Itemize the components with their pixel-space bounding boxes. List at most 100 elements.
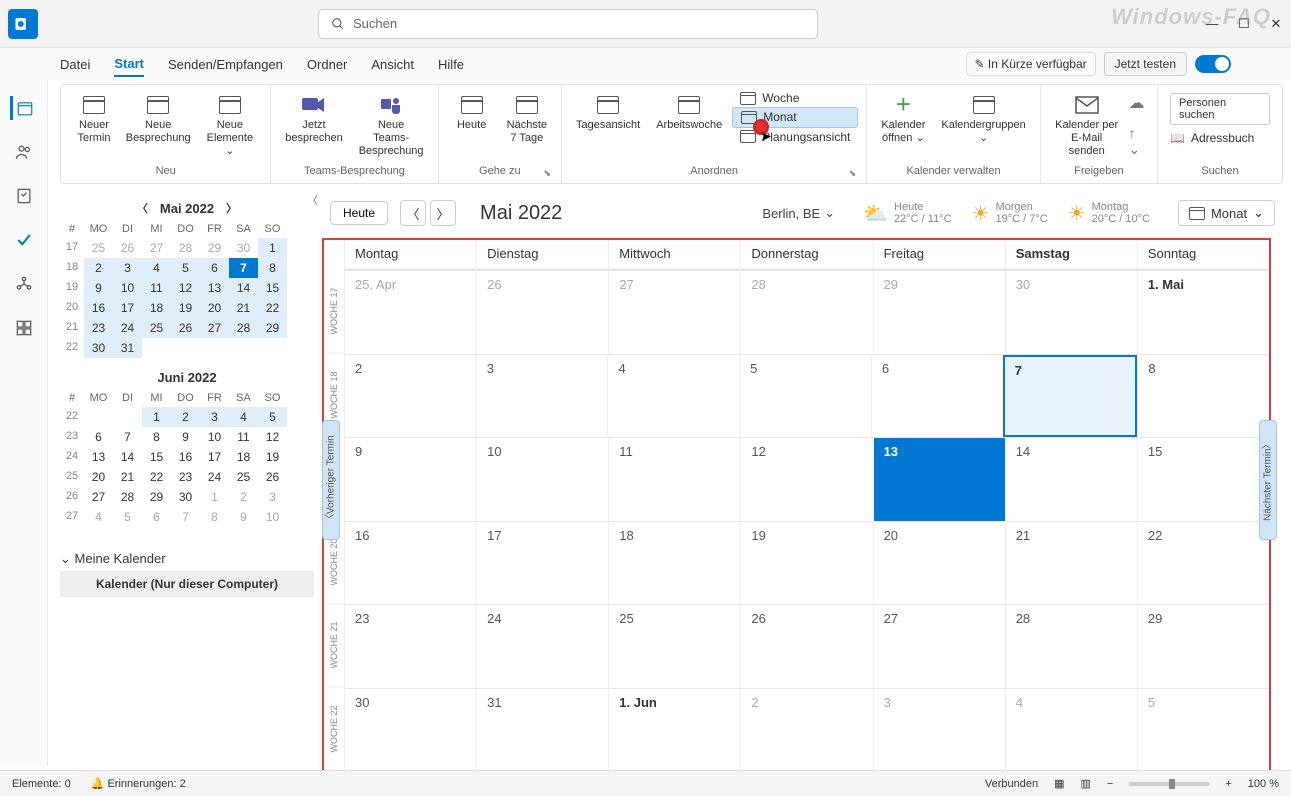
mini-cal-day[interactable]: 23	[171, 467, 200, 487]
next-month-button[interactable]: 〉	[226, 200, 237, 216]
calendar-cell[interactable]: 2	[344, 355, 476, 438]
calendar-groups-button[interactable]: Kalendergruppen ⌄	[935, 89, 1031, 149]
month-view-button[interactable]: Monat	[732, 107, 858, 127]
calendar-cell[interactable]: 28	[1005, 605, 1137, 688]
calendar-cell[interactable]: 31	[476, 689, 608, 772]
mini-cal-day[interactable]: 25	[229, 467, 258, 487]
calendar-cell[interactable]: 19	[740, 522, 872, 605]
mini-cal-day[interactable]: 26	[113, 238, 142, 258]
menu-ordner[interactable]: Ordner	[307, 53, 347, 76]
expand-icon[interactable]: ⬊	[543, 168, 551, 179]
test-now-button[interactable]: Jetzt testen	[1104, 52, 1187, 76]
mini-cal-day[interactable]: 1	[258, 238, 287, 258]
mini-cal-day[interactable]: 6	[84, 427, 113, 447]
mini-cal-day[interactable]: 17	[200, 447, 229, 467]
mini-cal-day[interactable]: 13	[200, 278, 229, 298]
meet-now-button[interactable]: Jetzt besprechen	[279, 89, 348, 149]
mini-cal-day[interactable]: 5	[171, 258, 200, 278]
mini-cal-day[interactable]: 14	[113, 447, 142, 467]
mini-cal-day[interactable]: 4	[142, 258, 171, 278]
mini-cal-day[interactable]: 18	[229, 447, 258, 467]
calendar-cell[interactable]: 5	[739, 355, 871, 438]
collapse-panel-button[interactable]: 〈	[307, 192, 318, 208]
share-icon[interactable]: ☁	[1129, 93, 1150, 113]
mini-cal-day[interactable]: 30	[229, 238, 258, 258]
mini-cal-day[interactable]: 3	[113, 258, 142, 278]
calendar-cell[interactable]: 17	[476, 522, 608, 605]
mini-cal-day[interactable]: 12	[171, 278, 200, 298]
calendar-cell[interactable]: 1. Jun	[608, 689, 740, 772]
calendar-cell[interactable]: 13	[873, 438, 1005, 521]
mini-cal-day[interactable]: 9	[171, 427, 200, 447]
mini-cal-day[interactable]: 10	[258, 507, 287, 527]
menu-hilfe[interactable]: Hilfe	[438, 53, 464, 76]
today-button[interactable]: Heute	[447, 89, 497, 136]
nav-apps[interactable]	[12, 316, 36, 340]
nav-calendar[interactable]	[10, 96, 34, 120]
nav-people[interactable]	[12, 140, 36, 164]
calendar-cell[interactable]: 5	[1137, 689, 1269, 772]
calendar-cell[interactable]: 12	[740, 438, 872, 521]
mini-cal-day[interactable]: 20	[84, 467, 113, 487]
view-normal-icon[interactable]: ▦	[1054, 777, 1064, 790]
close-button[interactable]: ✕	[1269, 17, 1283, 31]
mini-cal-day[interactable]: 8	[200, 507, 229, 527]
address-book-button[interactable]: 📖Adressbuch	[1170, 129, 1270, 147]
mini-cal-day[interactable]: 15	[258, 278, 287, 298]
mini-cal-day[interactable]: 12	[258, 427, 287, 447]
prev-period-button[interactable]: 〈	[400, 200, 426, 226]
mini-cal-day[interactable]: 29	[200, 238, 229, 258]
mini-cal-day[interactable]: 26	[258, 467, 287, 487]
calendar-cell[interactable]: 29	[1137, 605, 1269, 688]
mini-cal-day[interactable]: 25	[84, 238, 113, 258]
calendar-cell[interactable]: 4	[607, 355, 739, 438]
mini-cal-day[interactable]: 2	[229, 487, 258, 507]
mini-cal-day[interactable]: 26	[171, 318, 200, 338]
mini-cal-day[interactable]: 13	[84, 447, 113, 467]
mini-cal-day[interactable]: 22	[142, 467, 171, 487]
mini-cal-day[interactable]: 31	[113, 338, 142, 358]
mini-cal-day[interactable]	[200, 338, 229, 358]
mini-cal-day[interactable]: 27	[84, 487, 113, 507]
next-7-days-button[interactable]: Nächste 7 Tage	[501, 89, 553, 149]
calendar-cell[interactable]: 23	[344, 605, 476, 688]
nav-org[interactable]	[12, 272, 36, 296]
calendar-cell[interactable]: 26	[740, 605, 872, 688]
day-view-button[interactable]: Tagesansicht	[570, 89, 646, 136]
mini-cal-day[interactable]: 16	[171, 447, 200, 467]
next-appointment-tab[interactable]: Nächster Termin 〉	[1259, 420, 1277, 540]
mini-cal-day[interactable]	[142, 338, 171, 358]
mini-cal-day[interactable]: 6	[200, 258, 229, 278]
mini-cal-day[interactable]: 3	[200, 407, 229, 427]
mini-cal-day[interactable]: 30	[171, 487, 200, 507]
mini-cal-day[interactable]: 27	[142, 238, 171, 258]
mini-cal-day[interactable]: 8	[258, 258, 287, 278]
mini-cal-day[interactable]: 27	[200, 318, 229, 338]
mini-cal-day[interactable]: 15	[142, 447, 171, 467]
mini-cal-day[interactable]: 2	[84, 258, 113, 278]
mini-cal-day[interactable]: 20	[200, 298, 229, 318]
up-arrow-icon[interactable]: ↑ ⌄	[1129, 125, 1150, 158]
calendar-cell[interactable]: 25. Apr	[344, 271, 476, 354]
email-calendar-button[interactable]: Kalender per E-Mail senden	[1049, 89, 1125, 163]
mini-cal-day[interactable]: 16	[84, 298, 113, 318]
calendar-cell[interactable]: 21	[1005, 522, 1137, 605]
calendar-cell[interactable]: 8	[1137, 355, 1269, 438]
mini-cal-day[interactable]	[171, 338, 200, 358]
mini-cal-day[interactable]: 6	[142, 507, 171, 527]
mini-cal-day[interactable]: 1	[142, 407, 171, 427]
zoom-in-button[interactable]: +	[1225, 778, 1231, 790]
calendar-cell[interactable]: 9	[344, 438, 476, 521]
toggle-switch[interactable]	[1195, 55, 1231, 73]
expand-icon[interactable]: ⬊	[849, 168, 857, 179]
mini-cal-day[interactable]: 17	[113, 298, 142, 318]
calendar-cell[interactable]: 1. Mai	[1137, 271, 1269, 354]
calendar-cell[interactable]: 3	[873, 689, 1005, 772]
next-period-button[interactable]: 〉	[430, 200, 456, 226]
mini-cal-day[interactable]: 11	[142, 278, 171, 298]
mini-cal-day[interactable]: 14	[229, 278, 258, 298]
mini-cal-day[interactable]: 9	[229, 507, 258, 527]
new-teams-meeting-button[interactable]: Neue Teams- Besprechung	[353, 89, 430, 163]
mini-cal-day[interactable]: 7	[113, 427, 142, 447]
mini-cal-day[interactable]: 28	[113, 487, 142, 507]
